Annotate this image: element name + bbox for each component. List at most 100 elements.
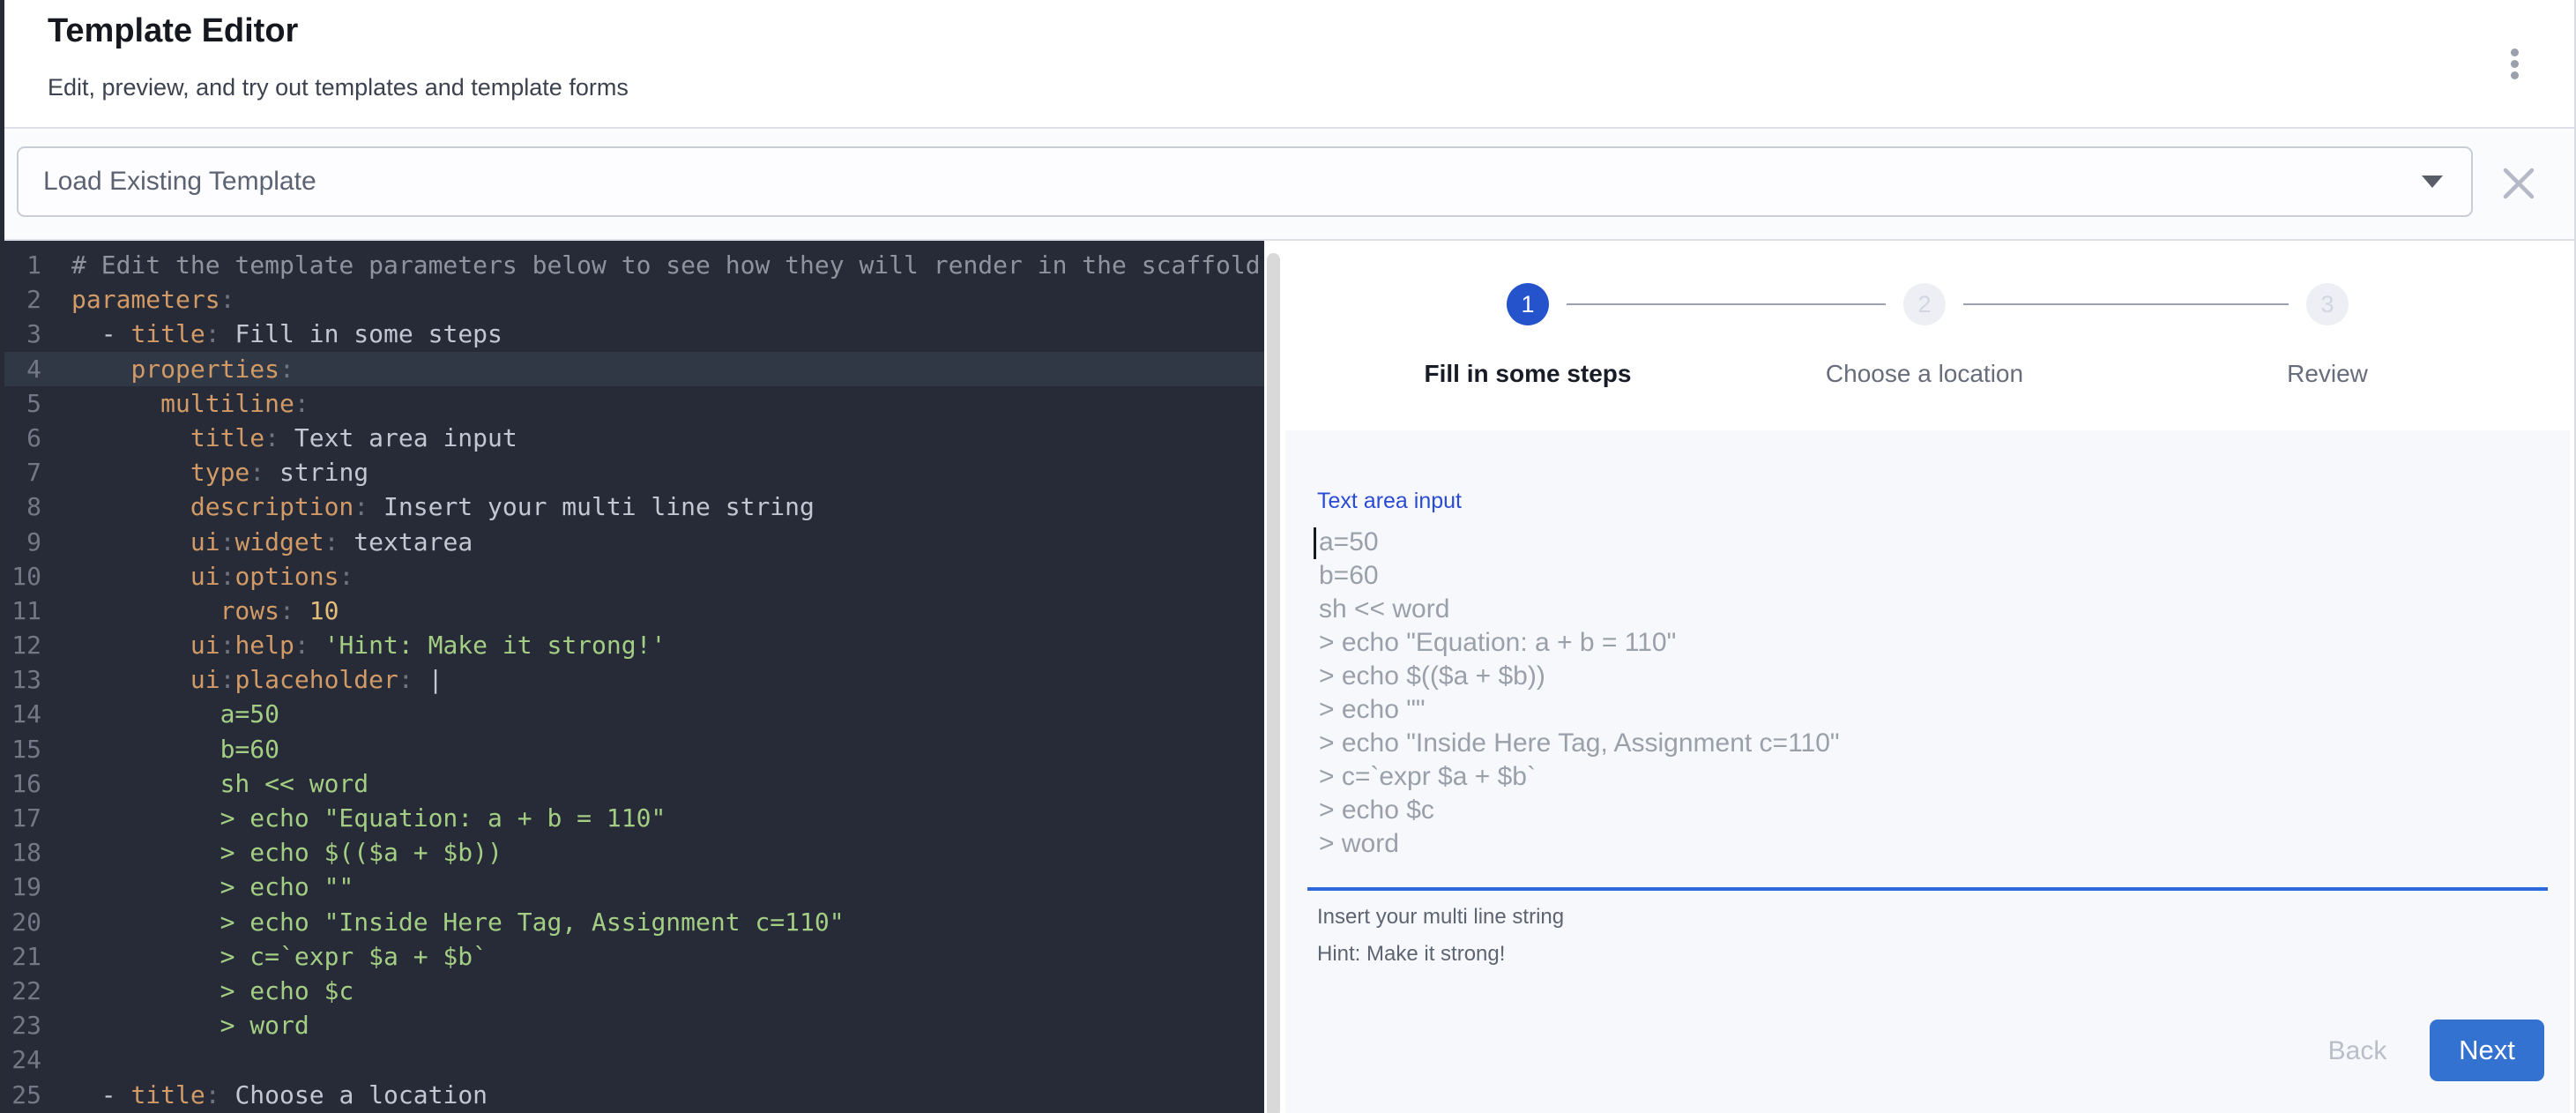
code-line-1[interactable]: 1# Edit the template parameters below to… bbox=[4, 248, 1264, 282]
chevron-down-icon[interactable] bbox=[2422, 176, 2443, 188]
code-text: ui:placeholder: | bbox=[71, 662, 443, 697]
code-line-7[interactable]: 7 type: string bbox=[4, 455, 1264, 489]
line-number: 14 bbox=[4, 697, 41, 731]
line-number: 21 bbox=[4, 939, 41, 974]
field-description: Insert your multi line string bbox=[1317, 905, 1564, 930]
code-line-22[interactable]: 22 > echo $c bbox=[4, 974, 1264, 1008]
line-number: 13 bbox=[4, 662, 41, 697]
code-text: description: Insert your multi line stri… bbox=[71, 489, 815, 524]
code-line-23[interactable]: 23 > word bbox=[4, 1008, 1264, 1042]
line-number: 8 bbox=[4, 489, 41, 524]
step-connector bbox=[1567, 303, 1886, 305]
load-template-select[interactable]: Load Existing Template bbox=[17, 146, 2473, 217]
line-number: 12 bbox=[4, 628, 41, 662]
code-line-11[interactable]: 11 rows: 10 bbox=[4, 594, 1264, 628]
code-text: multiline: bbox=[71, 386, 309, 421]
step-connector bbox=[1963, 303, 2289, 305]
code-line-24[interactable]: 24 bbox=[4, 1042, 1264, 1077]
yaml-editor[interactable]: 1# Edit the template parameters below to… bbox=[4, 241, 1264, 1113]
step-label-2: Choose a location bbox=[1826, 360, 2023, 388]
close-icon-glyph bbox=[2500, 165, 2537, 202]
code-text: > echo "" bbox=[71, 870, 354, 904]
line-number: 23 bbox=[4, 1008, 41, 1042]
multiline-textarea[interactable]: a=50b=60sh << word> echo "Equation: a + … bbox=[1314, 526, 2548, 868]
code-text: sh << word bbox=[71, 766, 369, 801]
code-text: - title: Choose a location bbox=[71, 1078, 488, 1112]
code-line-12[interactable]: 12 ui:help: 'Hint: Make it strong!' bbox=[4, 628, 1264, 662]
code-line-10[interactable]: 10 ui:options: bbox=[4, 559, 1264, 594]
line-number: 25 bbox=[4, 1078, 41, 1112]
code-line-3[interactable]: 3 - title: Fill in some steps bbox=[4, 317, 1264, 351]
code-line-5[interactable]: 5 multiline: bbox=[4, 386, 1264, 421]
textarea-placeholder-line: > echo $(($a + $b)) bbox=[1314, 660, 2548, 693]
line-number: 20 bbox=[4, 905, 41, 939]
step-circle-2: 2 bbox=[1903, 283, 1946, 325]
step-circle-1: 1 bbox=[1507, 283, 1549, 325]
line-number: 19 bbox=[4, 870, 41, 904]
back-button[interactable]: Back bbox=[2308, 1025, 2407, 1078]
code-text: ui:options: bbox=[71, 559, 354, 594]
textarea-placeholder-line: > c=`expr $a + $b` bbox=[1314, 760, 2548, 794]
code-line-13[interactable]: 13 ui:placeholder: | bbox=[4, 662, 1264, 697]
textarea-field-label: Text area input bbox=[1317, 489, 1462, 514]
code-line-14[interactable]: 14 a=50 bbox=[4, 697, 1264, 731]
textarea-placeholder-line: > echo "Equation: a + b = 110" bbox=[1314, 626, 2548, 660]
code-text: > echo $(($a + $b)) bbox=[71, 835, 503, 870]
code-text: > echo $c bbox=[71, 974, 354, 1008]
page-subtitle: Edit, preview, and try out templates and… bbox=[48, 74, 629, 101]
code-line-21[interactable]: 21 > c=`expr $a + $b` bbox=[4, 939, 1264, 974]
code-line-16[interactable]: 16 sh << word bbox=[4, 766, 1264, 801]
code-line-25[interactable]: 25 - title: Choose a location bbox=[4, 1078, 1264, 1112]
line-number: 17 bbox=[4, 801, 41, 835]
code-line-18[interactable]: 18 > echo $(($a + $b)) bbox=[4, 835, 1264, 870]
textarea-placeholder-line: sh << word bbox=[1314, 593, 2548, 626]
code-text: > echo "Equation: a + b = 110" bbox=[71, 801, 666, 835]
code-line-19[interactable]: 19 > echo "" bbox=[4, 870, 1264, 904]
code-line-9[interactable]: 9 ui:widget: textarea bbox=[4, 525, 1264, 559]
line-number: 9 bbox=[4, 525, 41, 559]
line-number: 22 bbox=[4, 974, 41, 1008]
line-number: 5 bbox=[4, 386, 41, 421]
line-number: 2 bbox=[4, 282, 41, 317]
code-line-15[interactable]: 15 b=60 bbox=[4, 732, 1264, 766]
code-line-8[interactable]: 8 description: Insert your multi line st… bbox=[4, 489, 1264, 524]
textarea-placeholder-line: a=50 bbox=[1314, 526, 2548, 559]
textarea-placeholder-line: > echo "Inside Here Tag, Assignment c=11… bbox=[1314, 727, 2548, 760]
code-text: - title: Fill in some steps bbox=[71, 317, 503, 351]
kebab-dot bbox=[2511, 60, 2519, 68]
code-text: parameters: bbox=[71, 282, 235, 317]
code-text: title: Text area input bbox=[71, 421, 517, 455]
step-circle-3: 3 bbox=[2306, 283, 2349, 325]
next-button[interactable]: Next bbox=[2430, 1020, 2544, 1081]
code-line-4[interactable]: 4 properties: bbox=[4, 352, 1264, 386]
textarea-placeholder-line: > echo "" bbox=[1314, 693, 2548, 727]
code-text: # Edit the template parameters below to … bbox=[71, 248, 1261, 282]
step-label-1: Fill in some steps bbox=[1425, 360, 1632, 388]
code-text: > c=`expr $a + $b` bbox=[71, 939, 488, 974]
code-line-20[interactable]: 20 > echo "Inside Here Tag, Assignment c… bbox=[4, 905, 1264, 939]
textarea-focus-underline bbox=[1307, 887, 2548, 891]
code-line-17[interactable]: 17 > echo "Equation: a + b = 110" bbox=[4, 801, 1264, 835]
text-cursor bbox=[1314, 527, 1316, 559]
line-number: 11 bbox=[4, 594, 41, 628]
line-number: 16 bbox=[4, 766, 41, 801]
code-text: > word bbox=[71, 1008, 309, 1042]
code-line-6[interactable]: 6 title: Text area input bbox=[4, 421, 1264, 455]
load-template-placeholder: Load Existing Template bbox=[43, 167, 316, 197]
page-title: Template Editor bbox=[48, 12, 298, 50]
textarea-placeholder-line: > word bbox=[1314, 827, 2548, 861]
close-icon[interactable] bbox=[2500, 165, 2537, 202]
line-number: 3 bbox=[4, 317, 41, 351]
textarea-placeholder-line: > echo $c bbox=[1314, 794, 2548, 827]
line-number: 6 bbox=[4, 421, 41, 455]
step-label-3: Review bbox=[2287, 360, 2368, 388]
line-number: 4 bbox=[4, 352, 41, 386]
code-text: rows: 10 bbox=[71, 594, 339, 628]
line-number: 18 bbox=[4, 835, 41, 870]
editor-scrollbar-thumb[interactable] bbox=[1267, 253, 1280, 1113]
code-line-2[interactable]: 2 parameters: bbox=[4, 282, 1264, 317]
code-text: b=60 bbox=[71, 732, 279, 766]
line-number: 7 bbox=[4, 455, 41, 489]
load-template-row: Load Existing Template bbox=[0, 129, 2574, 239]
more-options-icon[interactable] bbox=[2498, 39, 2531, 88]
